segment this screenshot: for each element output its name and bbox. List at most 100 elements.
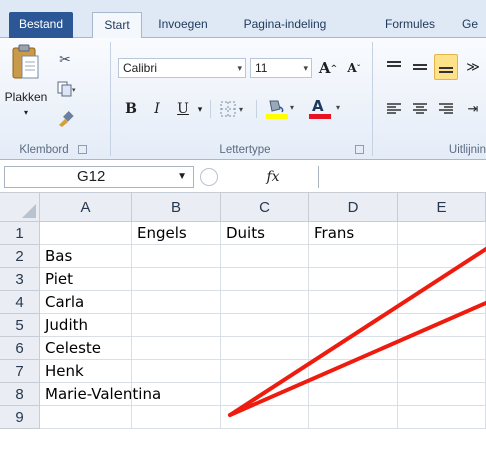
column-header-c[interactable]: C (221, 193, 309, 222)
select-all-corner[interactable] (0, 193, 40, 222)
paste-label: Plakken (4, 90, 48, 104)
cell-d5[interactable] (309, 314, 398, 337)
cell-b8[interactable] (132, 383, 221, 406)
font-color-button[interactable]: A ▾ (304, 96, 348, 122)
font-launcher-icon[interactable] (355, 145, 364, 154)
cell-e1[interactable] (398, 222, 486, 245)
tab-gegevens[interactable]: Ge (462, 12, 486, 38)
cell-b2[interactable] (132, 245, 221, 268)
cell-e6[interactable] (398, 337, 486, 360)
cell-a8[interactable]: Marie-Valentina (40, 383, 161, 406)
align-left-button[interactable] (382, 98, 406, 120)
font-size-select[interactable]: 11 ▾ (250, 58, 312, 78)
tab-pagina-indeling[interactable]: Pagina-indeling (230, 12, 340, 38)
tab-invoegen[interactable]: Invoegen (148, 12, 218, 38)
tab-start[interactable]: Start (92, 12, 142, 39)
cell-b4[interactable] (132, 291, 221, 314)
row-header-8[interactable]: 8 (0, 383, 40, 406)
orientation-icon[interactable]: ≫ (462, 56, 484, 78)
cell-d2[interactable] (309, 245, 398, 268)
cut-button[interactable]: ✂ (52, 48, 78, 70)
align-top-button[interactable] (382, 56, 406, 78)
cell-a4[interactable]: Carla (40, 291, 132, 314)
cell-a9[interactable] (40, 406, 132, 429)
cell-a2[interactable]: Bas (40, 245, 132, 268)
tab-bestand[interactable]: Bestand (9, 12, 73, 38)
row-header-6[interactable]: 6 (0, 337, 40, 360)
cell-d1[interactable]: Frans (309, 222, 398, 245)
cell-d8[interactable] (309, 383, 398, 406)
align-right-button[interactable] (434, 98, 458, 120)
font-name-select[interactable]: Calibri ▾ (118, 58, 246, 78)
align-center-button[interactable] (408, 98, 432, 120)
paste-button[interactable]: Plakken ▾ (4, 44, 48, 134)
scissors-icon: ✂ (59, 50, 71, 67)
cell-b9[interactable] (132, 406, 221, 429)
cell-c2[interactable] (221, 245, 309, 268)
cell-a7[interactable]: Henk (40, 360, 132, 383)
cell-b6[interactable] (132, 337, 221, 360)
row-header-4[interactable]: 4 (0, 291, 40, 314)
indent-icon[interactable]: ⇥ (462, 98, 484, 120)
cell-c1[interactable]: Duits (221, 222, 309, 245)
cell-c6[interactable] (221, 337, 309, 360)
cell-d3[interactable] (309, 268, 398, 291)
clipboard-group-label: Klembord (19, 144, 69, 156)
cell-a1[interactable] (40, 222, 132, 245)
cell-e4[interactable] (398, 291, 486, 314)
cell-b5[interactable] (132, 314, 221, 337)
row-header-5[interactable]: 5 (0, 314, 40, 337)
cell-c4[interactable] (221, 291, 309, 314)
cell-b7[interactable] (132, 360, 221, 383)
bold-button[interactable]: B (120, 98, 142, 120)
worksheet-grid[interactable]: ABCDE 1 Engels Duits Frans 2 Bas 3 Piet 4 Carla 5 J… (0, 193, 486, 454)
cell-e3[interactable] (398, 268, 486, 291)
column-header-e[interactable]: E (398, 193, 486, 222)
formula-bar-resize-handle[interactable] (200, 168, 218, 186)
row-header-3[interactable]: 3 (0, 268, 40, 291)
column-header-a[interactable]: A (40, 193, 132, 222)
cell-e9[interactable] (398, 406, 486, 429)
cell-d4[interactable] (309, 291, 398, 314)
cell-d9[interactable] (309, 406, 398, 429)
align-bottom-button[interactable] (434, 54, 458, 80)
clipboard-launcher-icon[interactable] (78, 145, 87, 154)
cell-e8[interactable] (398, 383, 486, 406)
insert-function-button[interactable]: fx (228, 166, 318, 188)
align-middle-button[interactable] (408, 56, 432, 78)
cell-d7[interactable] (309, 360, 398, 383)
cell-c5[interactable] (221, 314, 309, 337)
tab-formules[interactable]: Formules (372, 12, 448, 38)
shrink-font-button[interactable]: Aˇ (342, 58, 366, 78)
cell-c3[interactable] (221, 268, 309, 291)
cell-c8[interactable] (221, 383, 309, 406)
italic-button[interactable]: I (146, 98, 168, 120)
borders-button[interactable]: ▾ (216, 98, 252, 120)
grow-font-button[interactable]: A ^ (316, 58, 340, 78)
cell-b3[interactable] (132, 268, 221, 291)
format-painter-button[interactable] (52, 108, 78, 130)
row-header-2[interactable]: 2 (0, 245, 40, 268)
fill-color-button[interactable]: ▾ (262, 96, 302, 122)
row-header-9[interactable]: 9 (0, 406, 40, 429)
row-header-1[interactable]: 1 (0, 222, 40, 245)
cell-b1[interactable]: Engels (132, 222, 221, 245)
formula-input[interactable] (318, 166, 486, 188)
row-header-7[interactable]: 7 (0, 360, 40, 383)
underline-button[interactable]: U (172, 98, 194, 120)
name-box[interactable]: G12 ▼ (4, 166, 194, 188)
cell-e7[interactable] (398, 360, 486, 383)
cell-e2[interactable] (398, 245, 486, 268)
underline-dropdown-icon[interactable]: ▾ (194, 98, 206, 120)
cell-a5[interactable]: Judith (40, 314, 132, 337)
column-header-d[interactable]: D (309, 193, 398, 222)
cell-a6[interactable]: Celeste (40, 337, 132, 360)
cell-d6[interactable] (309, 337, 398, 360)
copy-button[interactable]: ▾ (52, 78, 82, 100)
cell-c7[interactable] (221, 360, 309, 383)
column-header-b[interactable]: B (132, 193, 221, 222)
cell-e5[interactable] (398, 314, 486, 337)
cell-c9[interactable] (221, 406, 309, 429)
cell-a3[interactable]: Piet (40, 268, 132, 291)
group-separator (372, 42, 373, 156)
